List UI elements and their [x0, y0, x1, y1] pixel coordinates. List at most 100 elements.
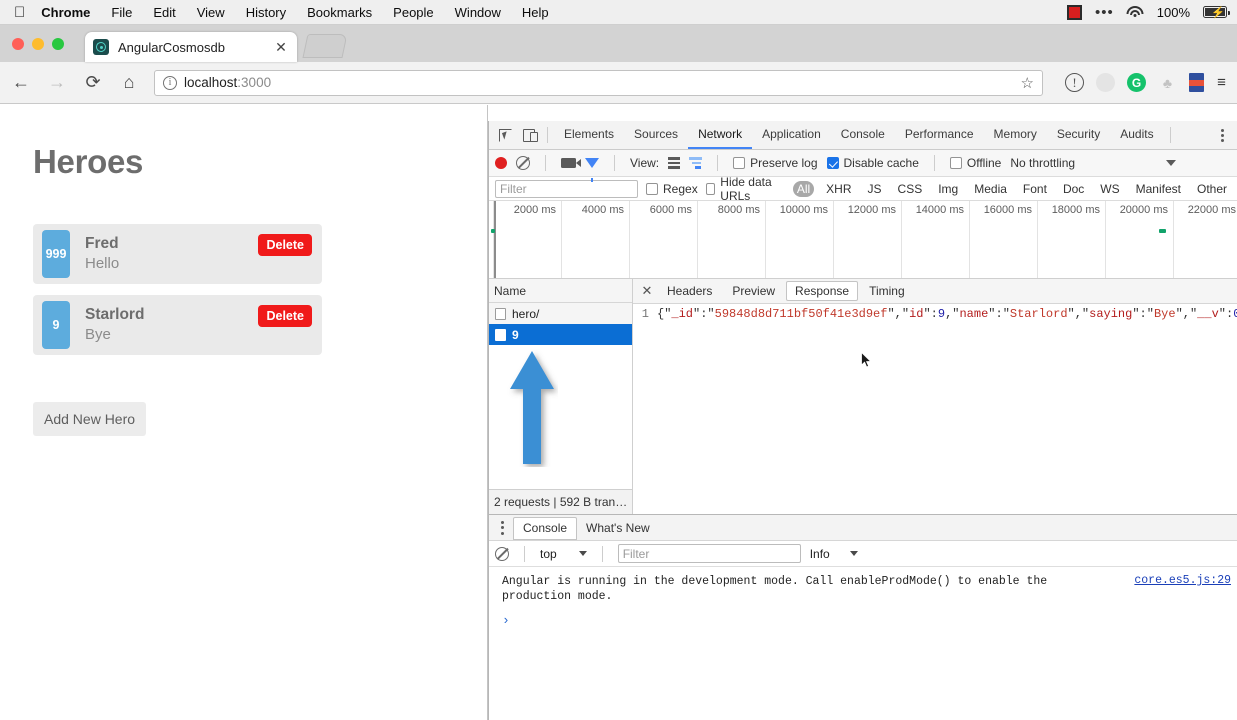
info-extension-icon[interactable]: !: [1065, 73, 1084, 92]
hide-data-urls-checkbox[interactable]: Hide data URLs: [705, 175, 785, 203]
tab-sources[interactable]: Sources: [624, 121, 688, 149]
minimize-window-button[interactable]: [32, 38, 44, 50]
regex-checkbox[interactable]: Regex: [646, 182, 698, 196]
clear-console-icon[interactable]: [495, 546, 509, 561]
checkbox-box[interactable]: [733, 157, 746, 169]
checkbox-box[interactable]: [705, 182, 716, 195]
apple-logo-icon[interactable]: : [14, 5, 25, 20]
checkbox-box[interactable]: [646, 182, 658, 195]
maximize-window-button[interactable]: [52, 38, 64, 50]
record-icon[interactable]: [495, 157, 507, 169]
tab-console[interactable]: Console: [831, 121, 895, 149]
grey-circle-extension-icon[interactable]: [1096, 73, 1115, 92]
filter-type-xhr[interactable]: XHR: [822, 181, 855, 197]
close-window-button[interactable]: [12, 38, 24, 50]
tab-elements[interactable]: Elements: [554, 121, 624, 149]
add-new-hero-button[interactable]: Add New Hero: [33, 402, 147, 436]
menu-item-chrome[interactable]: Chrome: [41, 5, 90, 20]
menu-item-file[interactable]: File: [111, 5, 132, 20]
drawer-tab-console[interactable]: Console: [513, 516, 578, 540]
tab-audits[interactable]: Audits: [1110, 121, 1163, 149]
filter-type-media[interactable]: Media: [970, 181, 1011, 197]
offline-checkbox[interactable]: Offline: [949, 156, 1001, 170]
tab-performance[interactable]: Performance: [895, 121, 984, 149]
filter-type-img[interactable]: Img: [934, 181, 962, 197]
column-header-name[interactable]: Name: [489, 279, 632, 303]
menu-item-history[interactable]: History: [246, 5, 286, 20]
back-arrow-icon[interactable]: ←: [10, 72, 32, 94]
preserve-log-checkbox[interactable]: Preserve log: [733, 156, 818, 170]
delete-hero-button[interactable]: Delete: [258, 305, 312, 327]
camera-icon[interactable]: [561, 158, 581, 168]
ellipsis-icon[interactable]: •••: [1095, 4, 1114, 21]
lighthouse-extension-icon[interactable]: [1189, 73, 1204, 92]
star-icon[interactable]: ☆: [1021, 74, 1034, 92]
filter-type-ws[interactable]: WS: [1096, 181, 1123, 197]
grammarly-extension-icon[interactable]: G: [1127, 73, 1146, 92]
drawer-tab-whats-new[interactable]: What's New: [577, 518, 659, 538]
response-body[interactable]: 1 {"_id":"59848d8d711bf50f41e3d9ef","id"…: [633, 304, 1237, 514]
filter-type-css[interactable]: CSS: [894, 181, 927, 197]
filter-type-other[interactable]: Other: [1193, 181, 1231, 197]
tab-application[interactable]: Application: [752, 121, 831, 149]
waterfall-view-icon[interactable]: [689, 157, 703, 169]
filter-type-manifest[interactable]: Manifest: [1132, 181, 1185, 197]
chevron-down-icon[interactable]: [1166, 160, 1177, 166]
browser-tab[interactable]: AngularCosmosdb ✕: [85, 32, 297, 62]
overflow-extension-icon[interactable]: ≡: [1216, 73, 1227, 92]
disable-cache-checkbox[interactable]: Disable cache: [826, 156, 919, 170]
console-message-source-link[interactable]: core.es5.js:29: [1134, 574, 1231, 587]
tree-extension-icon[interactable]: ♣: [1158, 73, 1177, 92]
funnel-icon[interactable]: [585, 158, 599, 182]
tab-security[interactable]: Security: [1047, 121, 1110, 149]
filter-type-doc[interactable]: Doc: [1059, 181, 1088, 197]
hero-list-item[interactable]: 999 Fred Hello Delete: [33, 224, 322, 284]
hero-list-item[interactable]: 9 Starlord Bye Delete: [33, 295, 322, 355]
menu-item-view[interactable]: View: [197, 5, 225, 20]
device-toolbar-icon[interactable]: [517, 123, 541, 147]
menu-item-people[interactable]: People: [393, 5, 433, 20]
tab-memory[interactable]: Memory: [984, 121, 1047, 149]
console-context-select[interactable]: top: [540, 547, 587, 561]
reload-icon[interactable]: ⟳: [82, 72, 104, 94]
devtools-more-options-icon[interactable]: [1211, 128, 1233, 142]
menu-item-bookmarks[interactable]: Bookmarks: [307, 5, 372, 20]
inspect-element-icon[interactable]: [493, 123, 517, 147]
menu-item-edit[interactable]: Edit: [153, 5, 175, 20]
console-prompt[interactable]: ›: [489, 604, 1237, 628]
chevron-down-icon[interactable]: [578, 551, 587, 556]
new-tab-button[interactable]: [302, 34, 348, 58]
filter-type-js[interactable]: JS: [864, 181, 886, 197]
chevron-down-icon[interactable]: [849, 551, 858, 556]
detail-tab-timing[interactable]: Timing: [860, 281, 914, 301]
detail-tab-preview[interactable]: Preview: [723, 281, 784, 301]
forward-arrow-icon[interactable]: →: [46, 72, 68, 94]
tab-network[interactable]: Network: [688, 121, 753, 149]
address-bar[interactable]: i localhost:3000 ☆: [154, 69, 1043, 96]
console-level-select[interactable]: Info: [810, 547, 858, 561]
filter-type-all[interactable]: All: [792, 180, 815, 197]
close-icon[interactable]: ✕: [637, 283, 657, 299]
menu-item-window[interactable]: Window: [455, 5, 501, 20]
info-circle-icon[interactable]: i: [163, 75, 177, 90]
delete-hero-button[interactable]: Delete: [258, 234, 312, 256]
clear-icon[interactable]: [516, 156, 530, 170]
battery-charging-icon[interactable]: ⚡: [1203, 6, 1230, 19]
home-icon[interactable]: ⌂: [118, 72, 140, 94]
drawer-more-options-icon[interactable]: [491, 520, 513, 535]
network-timeline-overview[interactable]: 2000 ms 4000 ms 6000 ms 8000 ms 10000 ms…: [489, 201, 1237, 279]
list-view-icon[interactable]: [668, 157, 681, 169]
checkbox-box[interactable]: [826, 157, 839, 169]
request-row[interactable]: 9: [489, 324, 632, 345]
screen-recording-icon[interactable]: [1066, 4, 1082, 20]
wifi-icon[interactable]: [1126, 5, 1144, 19]
throttling-select[interactable]: No throttling: [1010, 156, 1075, 170]
tab-close-icon[interactable]: ✕: [273, 39, 289, 56]
detail-tab-headers[interactable]: Headers: [658, 281, 721, 301]
console-filter-input[interactable]: [617, 544, 801, 563]
filter-type-font[interactable]: Font: [1019, 181, 1051, 197]
menu-item-help[interactable]: Help: [522, 5, 549, 20]
detail-tab-response[interactable]: Response: [786, 281, 859, 301]
network-filter-input[interactable]: [495, 179, 638, 198]
request-row[interactable]: hero/: [489, 303, 632, 324]
